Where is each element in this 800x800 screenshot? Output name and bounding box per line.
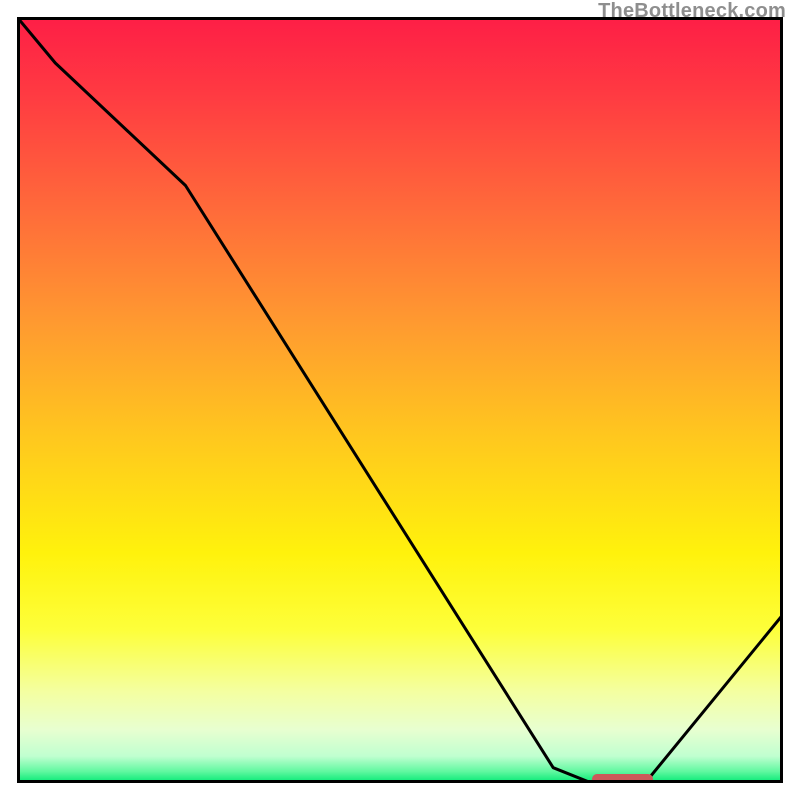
chart-container: TheBottleneck.com [0, 0, 800, 800]
axis-bottom [17, 780, 783, 783]
axis-top [17, 17, 783, 20]
axis-right [780, 17, 783, 783]
axis-left [17, 17, 20, 783]
plot-area [17, 17, 783, 783]
chart-curve [17, 17, 783, 783]
